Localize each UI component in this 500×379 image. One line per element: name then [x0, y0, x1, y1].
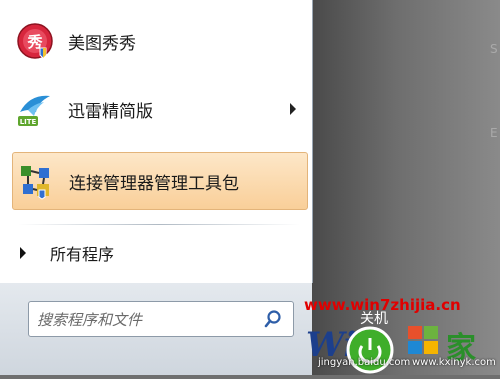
- search-input[interactable]: [35, 308, 259, 332]
- start-menu-search-area: [0, 283, 312, 375]
- meitu-xiuxiu-icon: 秀: [16, 22, 54, 60]
- expand-arrow-icon: [20, 247, 26, 259]
- search-box[interactable]: [28, 301, 294, 337]
- search-icon[interactable]: [263, 309, 283, 329]
- connection-manager-kit-icon: [17, 162, 55, 200]
- all-programs-label: 所有程序: [50, 245, 115, 264]
- start-menu-programs-pane: 秀 美图秀秀 LITE 迅雷精简版 连接管理器管理工具包 所有程序: [0, 0, 313, 283]
- program-label: 美图秀秀: [68, 33, 136, 54]
- program-item-connection-manager[interactable]: 连接管理器管理工具包: [12, 152, 308, 210]
- watermark-small-left: jingyan.baidu.com: [318, 357, 411, 368]
- xunlei-lite-icon: LITE: [16, 90, 54, 128]
- svg-text:LITE: LITE: [20, 118, 37, 126]
- menu-separator: [18, 224, 300, 225]
- watermark-small-right: www.kxinyk.com: [412, 357, 496, 368]
- program-item-meitu[interactable]: 秀 美图秀秀: [12, 12, 308, 70]
- program-item-xunlei[interactable]: LITE 迅雷精简版: [12, 80, 308, 138]
- program-label: 迅雷精简版: [68, 101, 153, 122]
- program-label: 连接管理器管理工具包: [69, 173, 239, 194]
- all-programs-button[interactable]: 所有程序: [12, 232, 308, 274]
- right-pane-item: S: [490, 42, 498, 56]
- right-pane-item: E: [490, 126, 498, 140]
- submenu-arrow-icon: [290, 103, 296, 115]
